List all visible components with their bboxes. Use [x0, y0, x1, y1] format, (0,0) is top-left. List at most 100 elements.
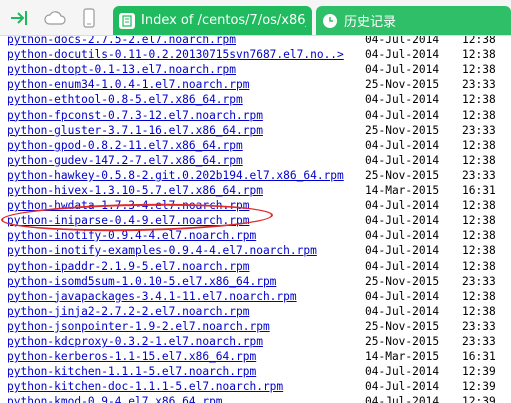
phone-icon[interactable] [80, 7, 98, 29]
file-time: 12:38 [462, 93, 496, 107]
file-time: 12:38 [462, 244, 496, 258]
file-date: 25-Nov-2015 [365, 274, 440, 288]
file-date: 04-Jul-2014 [365, 153, 440, 167]
file-date: 25-Nov-2015 [365, 123, 440, 137]
file-row: python-javapackages-3.4.1-11.el7.noarch.… [0, 289, 511, 304]
file-link[interactable]: python-ipaddr-2.1.9-5.el7.noarch.rpm [7, 259, 249, 274]
file-date: 04-Jul-2014 [365, 93, 440, 107]
file-row: python-inotify-examples-0.9.4-4.el7.noar… [0, 243, 511, 258]
file-link[interactable]: python-gpod-0.8.2-11.el7.x86_64.rpm [7, 138, 243, 153]
file-link[interactable]: python-kitchen-doc-1.1.1-5.el7.noarch.rp… [7, 379, 283, 394]
tab-title: Index of /centos/7/os/x86_ [141, 13, 306, 28]
file-link[interactable]: python-ethtool-0.8-5.el7.x86_64.rpm [7, 92, 243, 107]
file-row: python-kitchen-1.1.1-5.el7.noarch.rpm 04-… [0, 364, 511, 379]
file-date: 04-Jul-2014 [365, 36, 440, 46]
file-time: 16:31 [462, 350, 496, 364]
file-link[interactable]: python-hivex-1.3.10-5.7.el7.x86_64.rpm [7, 183, 263, 198]
file-time: 12:39 [462, 365, 496, 379]
file-date: 04-Jul-2014 [365, 380, 440, 394]
file-row: python-hivex-1.3.10-5.7.el7.x86_64.rpm 14… [0, 183, 511, 198]
file-link[interactable]: python-gudev-147.2-7.el7.x86_64.rpm [7, 153, 243, 168]
file-time: 12:38 [462, 259, 496, 273]
file-row: python-gpod-0.8.2-11.el7.x86_64.rpm 04-Ju… [0, 138, 511, 153]
file-time: 12:38 [462, 153, 496, 167]
file-link[interactable]: python-iniparse-0.4-9.el7.noarch.rpm [7, 213, 249, 228]
file-date: 25-Nov-2015 [365, 335, 440, 348]
file-row: python-gluster-3.7.1-16.el7.x86_64.rpm 25… [0, 123, 511, 138]
file-link[interactable]: python-jinja2-2.7.2-2.el7.noarch.rpm [7, 304, 249, 319]
file-row: python-jsonpointer-1.9-2.el7.noarch.rpm 2… [0, 319, 511, 334]
file-date: 04-Jul-2014 [365, 199, 440, 213]
file-link[interactable]: python-enum34-1.0.4-1.el7.noarch.rpm [7, 77, 249, 92]
file-link[interactable]: python-dtopt-0.1-13.el7.noarch.rpm [7, 62, 236, 77]
file-link[interactable]: python-fpconst-0.7.3-12.el7.noarch.rpm [7, 108, 263, 123]
file-link[interactable]: python-gluster-3.7.1-16.el7.x86_64.rpm [7, 123, 263, 138]
file-row: python-dtopt-0.1-13.el7.noarch.rpm 04-Jul… [0, 62, 511, 77]
file-link[interactable]: python-docs-2.7.5-2.el7.noarch.rpm [7, 36, 236, 47]
file-date: 14-Mar-2015 [365, 184, 440, 197]
file-link[interactable]: python-jsonpointer-1.9-2.el7.noarch.rpm [7, 319, 270, 334]
file-time: 12:38 [462, 48, 496, 62]
file-row: python-inotify-0.9.4-4.el7.noarch.rpm 04-… [0, 228, 511, 243]
file-date: 04-Jul-2014 [365, 214, 440, 228]
file-time: 12:38 [462, 289, 496, 303]
file-date: 25-Nov-2015 [365, 78, 440, 92]
page-icon [119, 12, 135, 29]
file-link[interactable]: python-inotify-0.9.4-4.el7.noarch.rpm [7, 228, 256, 243]
file-row: python-docs-2.7.5-2.el7.noarch.rpm 04-Jul… [0, 36, 511, 47]
file-time: 23:33 [462, 168, 496, 182]
file-date: 04-Jul-2014 [365, 63, 440, 77]
file-row: python-iniparse-0.4-9.el7.noarch.rpm 04-J… [0, 213, 511, 228]
file-link[interactable]: python-kmod-0.9-4.el7.x86_64.rpm [7, 394, 223, 403]
file-date: 04-Jul-2014 [365, 365, 440, 379]
file-link[interactable]: python-kdcproxy-0.3.2-1.el7.noarch.rpm [7, 334, 263, 349]
file-row: python-kmod-0.9-4.el7.x86_64.rpm 04-Jul-2… [0, 394, 511, 403]
tab-index-of-centos[interactable]: Index of /centos/7/os/x86_ [113, 6, 312, 35]
file-row: python-jinja2-2.7.2-2.el7.noarch.rpm 04-J… [0, 304, 511, 319]
file-date: 04-Jul-2014 [365, 304, 440, 318]
file-date: 04-Jul-2014 [365, 229, 440, 243]
file-time: 12:38 [462, 36, 496, 46]
clock-icon [322, 13, 338, 29]
file-time: 12:38 [462, 304, 496, 318]
file-date: 04-Jul-2014 [365, 48, 440, 62]
file-time: 12:38 [462, 138, 496, 152]
file-link[interactable]: python-inotify-examples-0.9.4-4.el7.noar… [7, 243, 317, 258]
file-row: python-gudev-147.2-7.el7.x86_64.rpm 04-Ju… [0, 153, 511, 168]
file-link[interactable]: python-docutils-0.11-0.2.20130715svn7687… [7, 47, 344, 62]
file-time: 23:33 [462, 319, 496, 333]
file-row: python-docutils-0.11-0.2.20130715svn7687… [0, 47, 511, 62]
file-row: python-kitchen-doc-1.1.1-5.el7.noarch.rp… [0, 379, 511, 394]
file-time: 12:39 [462, 380, 496, 394]
tab-history[interactable]: 历史记录 [316, 6, 511, 35]
file-link[interactable]: python-javapackages-3.4.1-11.el7.noarch.… [7, 289, 297, 304]
file-link[interactable]: python-hwdata-1.7.3-4.el7.noarch.rpm [7, 198, 249, 213]
cloud-icon[interactable] [42, 7, 68, 29]
file-date: 04-Jul-2014 [365, 244, 440, 258]
file-date: 14-Mar-2015 [365, 350, 440, 364]
file-link[interactable]: python-isomd5sum-1.0.10-5.el7.x86_64.rpm [7, 274, 276, 289]
file-link[interactable]: python-kerberos-1.1-15.el7.x86_64.rpm [7, 349, 256, 364]
sidebar-toggle-icon[interactable] [8, 7, 32, 29]
file-row: python-isomd5sum-1.0.10-5.el7.x86_64.rpm… [0, 274, 511, 289]
file-time: 12:38 [462, 199, 496, 213]
file-row: python-enum34-1.0.4-1.el7.noarch.rpm 25-N… [0, 77, 511, 92]
file-date: 04-Jul-2014 [365, 138, 440, 152]
file-date: 04-Jul-2014 [365, 395, 440, 403]
file-row: python-hawkey-0.5.8-2.git.0.202b194.el7.… [0, 168, 511, 183]
file-row: python-ethtool-0.8-5.el7.x86_64.rpm 04-Ju… [0, 92, 511, 107]
file-date: 04-Jul-2014 [365, 289, 440, 303]
file-time: 12:38 [462, 214, 496, 228]
file-link[interactable]: python-kitchen-1.1.1-5.el7.noarch.rpm [7, 364, 256, 379]
file-listing: python-docs-2.7.5-2.el7.noarch.rpm 04-Jul… [0, 36, 511, 403]
file-time: 23:33 [462, 274, 496, 288]
file-date: 25-Nov-2015 [365, 168, 440, 182]
file-time: 16:31 [462, 184, 496, 197]
file-time: 23:33 [462, 123, 496, 137]
file-time: 12:38 [462, 229, 496, 243]
file-row: python-fpconst-0.7.3-12.el7.noarch.rpm 04… [0, 108, 511, 123]
file-row: python-ipaddr-2.1.9-5.el7.noarch.rpm 04-J… [0, 259, 511, 274]
file-date: 25-Nov-2015 [365, 319, 440, 333]
file-link[interactable]: python-hawkey-0.5.8-2.git.0.202b194.el7.… [7, 168, 344, 183]
browser-toolbar: Index of /centos/7/os/x86_ 历史记录 [0, 0, 511, 36]
